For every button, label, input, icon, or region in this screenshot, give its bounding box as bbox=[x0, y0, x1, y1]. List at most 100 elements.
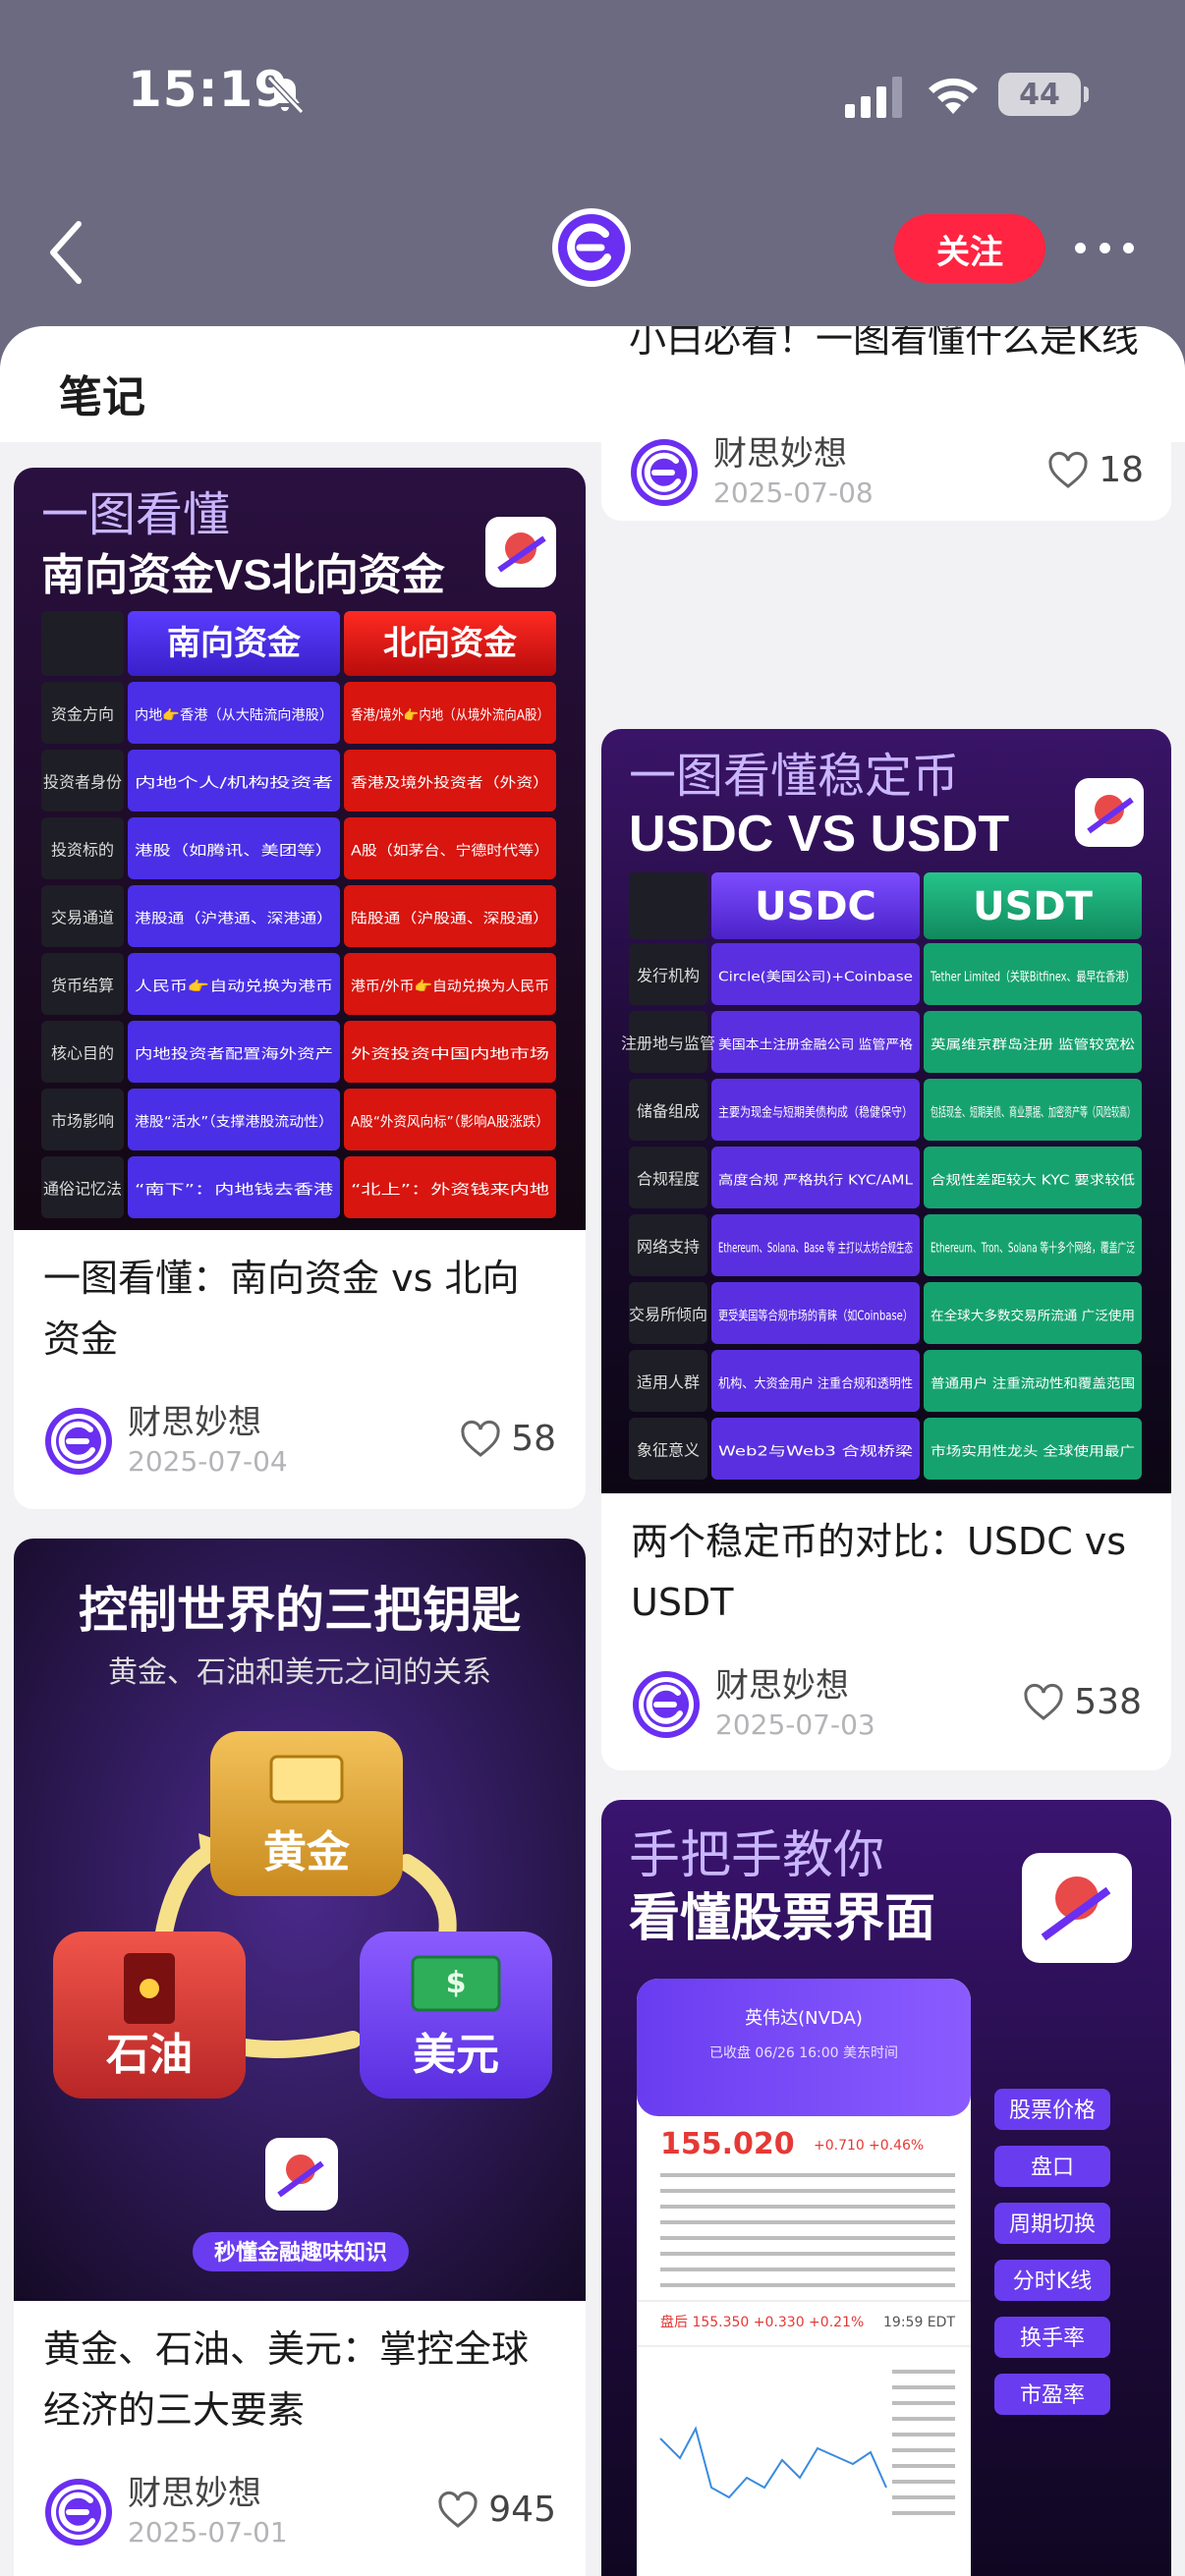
row-value-b: 市场实用性龙头 全球使用最广 bbox=[931, 1444, 1135, 1460]
row-value-b: 香港及境外投资者（外资） bbox=[351, 776, 549, 792]
svg-text:换手率: 换手率 bbox=[1020, 2326, 1085, 2351]
column-a-header: 南向资金 bbox=[167, 624, 302, 663]
back-arrow-icon[interactable] bbox=[45, 218, 88, 287]
note-card-three-keys[interactable]: 控制世界的三把钥匙 黄金、石油和美元之间的关系 黄金 石油 $ 美元 秒懂金融趣… bbox=[14, 1539, 586, 2576]
cellular-signal-icon bbox=[845, 77, 902, 118]
cover-line2: USDC VS USDT bbox=[629, 806, 1009, 863]
comparison-row: 通俗记忆法 “南下”：内地钱去香港 “北上”：外资钱来内地 bbox=[41, 1156, 556, 1218]
row-label: 网络支持 bbox=[637, 1238, 700, 1257]
row-value-a: Circle(美国公司)+Coinbase bbox=[718, 971, 913, 985]
author-avatar-icon bbox=[45, 2479, 112, 2546]
row-label: 适用人群 bbox=[637, 1373, 700, 1392]
more-options-icon[interactable] bbox=[1075, 240, 1134, 255]
column-b-header: 北向资金 bbox=[383, 624, 518, 663]
like-button[interactable]: 18 bbox=[1047, 450, 1144, 490]
row-label: 投资标的 bbox=[51, 841, 114, 860]
like-button[interactable]: 58 bbox=[460, 1419, 556, 1459]
author-info[interactable]: 财思妙想 2025-07-01 bbox=[43, 2474, 288, 2550]
follow-button[interactable]: 关注 bbox=[894, 214, 1045, 283]
comparison-row: 储备组成 主要为现金与短期美债构成（稳健保守） 包括现金、短期美债、商业票据、加密资… bbox=[629, 1079, 1142, 1141]
post-date: 2025-07-03 bbox=[715, 1708, 875, 1741]
row-label: 通俗记忆法 bbox=[43, 1180, 122, 1199]
note-cover-image: 手把手教你 看懂股票界面 英伟达(NVDA) 已收盘 06/26 16:00 美… bbox=[601, 1800, 1171, 2576]
stock-feature-tag: 盘口 bbox=[994, 2146, 1110, 2187]
oil-label: 石油 bbox=[106, 2030, 193, 2080]
like-count: 945 bbox=[488, 2490, 556, 2530]
comparison-row: 适用人群 机构、大资金用户 注重合规和透明性 普通用户 注重流动性和覆盖范围 bbox=[629, 1350, 1142, 1412]
note-card-kline[interactable]: 小白必看！一图看懂什么是K线 财思妙想 2025-07-08 18 bbox=[601, 326, 1171, 521]
row-value-a: 内地👉香港（从大陆流向港股） bbox=[135, 707, 333, 724]
stock-change: +0.710 bbox=[814, 2138, 865, 2154]
notes-sheet: 笔记 一图看懂 南向资金VS北向资金 南向资金 北向资金 资金方向 内地👉香港（… bbox=[0, 326, 1185, 2576]
row-value-b: 外资投资中国内地市场 bbox=[351, 1046, 549, 1063]
comparison-row: 货币结算 人民币👉自动兑换为港币 港币/外币👉自动兑换为人民币 bbox=[41, 953, 556, 1015]
after-hours-time: 19:59 EDT bbox=[883, 2315, 955, 2330]
comparison-row: 交易通道 港股通（沪港通、深港通） 陆股通（沪股通、深股通） bbox=[41, 885, 556, 947]
svg-text:股票价格: 股票价格 bbox=[1009, 2099, 1096, 2123]
phone-title: 英伟达(NVDA) bbox=[745, 2008, 863, 2029]
heart-icon bbox=[438, 2491, 478, 2528]
row-label: 核心目的 bbox=[51, 1044, 114, 1063]
cover-tagline: 秒懂金融趣味知识 bbox=[214, 2240, 387, 2266]
battery-indicator: 44 bbox=[998, 73, 1089, 116]
note-card-usdc-usdt[interactable]: 一图看懂稳定币 USDC VS USDT USDC USDT 发行机构 Circl… bbox=[601, 729, 1171, 1770]
column-a-header: USDC bbox=[755, 884, 876, 929]
note-card-stock-ui[interactable]: 手把手教你 看懂股票界面 英伟达(NVDA) 已收盘 06/26 16:00 美… bbox=[601, 1800, 1171, 2576]
row-value-b: A股（如茅台、宁德时代等） bbox=[351, 843, 549, 860]
row-value-a: Web2与Web3 合规桥梁 bbox=[718, 1445, 913, 1460]
gold-label: 黄金 bbox=[263, 1827, 351, 1877]
usd-label: 美元 bbox=[413, 2030, 499, 2080]
note-cover-image: 一图看懂稳定币 USDC VS USDT USDC USDT 发行机构 Circl… bbox=[601, 729, 1171, 1493]
row-label: 货币结算 bbox=[51, 977, 114, 995]
row-value-b: 在全球大多数交易所流通 广泛使用 bbox=[931, 1309, 1135, 1324]
like-button[interactable]: 945 bbox=[437, 2490, 556, 2530]
row-label: 注册地与监管 bbox=[621, 1035, 715, 1053]
cover-line1: 控制世界的三把钥匙 bbox=[79, 1582, 521, 1639]
comparison-row: 市场影响 港股“活水”（支撑港股流动性） A股“外资风向标”（影响A股涨跌） bbox=[41, 1089, 556, 1150]
note-title[interactable]: 黄金、石油、美元：掌控全球经济的三大要素 bbox=[43, 2319, 554, 2440]
cover-line1: 一图看懂稳定币 bbox=[629, 751, 959, 803]
row-value-b: 普通用户 注重流动性和覆盖范围 bbox=[931, 1376, 1135, 1392]
row-value-a: 机构、大资金用户 注重合规和透明性 bbox=[718, 1376, 913, 1392]
row-label: 发行机构 bbox=[637, 967, 700, 985]
author-avatar-icon bbox=[633, 1671, 700, 1738]
row-value-b: Tether Limited（关联Bitfinex、最早在香港） bbox=[930, 971, 1135, 985]
row-value-b: 港币/外币👉自动兑换为人民币 bbox=[351, 979, 549, 995]
brand-logo-icon[interactable] bbox=[550, 206, 633, 289]
svg-text:盘口: 盘口 bbox=[1031, 2156, 1074, 2180]
stock-change-pct: +0.46% bbox=[869, 2138, 924, 2154]
phone-subtitle: 已收盘 06/26 16:00 美东时间 bbox=[709, 2044, 898, 2061]
comparison-row: 投资标的 港股（如腾讯、美团等） A股（如茅台、宁德时代等） bbox=[41, 817, 556, 879]
note-card-north-south[interactable]: 一图看懂 南向资金VS北向资金 南向资金 北向资金 资金方向 内地👉香港（从大陆流… bbox=[14, 468, 586, 1509]
note-title[interactable]: 两个稳定币的对比：USDC vs USDT bbox=[631, 1511, 1142, 1633]
row-value-b: 香港/境外👉内地（从境外流向A股） bbox=[351, 707, 549, 724]
svg-text:周期切换: 周期切换 bbox=[1009, 2212, 1096, 2237]
note-title[interactable]: 一图看懂：南向资金 vs 北向资金 bbox=[43, 1248, 554, 1370]
author-info[interactable]: 财思妙想 2025-07-04 bbox=[43, 1403, 288, 1480]
author-avatar-icon bbox=[631, 439, 698, 506]
row-label: 交易所倾向 bbox=[629, 1306, 707, 1324]
row-label: 储备组成 bbox=[637, 1102, 700, 1121]
comparison-row: 发行机构 Circle(美国公司)+Coinbase Tether Limited（… bbox=[629, 943, 1142, 1005]
stock-feature-tag: 股票价格 bbox=[994, 2089, 1110, 2130]
author-name: 财思妙想 bbox=[713, 434, 847, 474]
row-value-b: “北上”：外资钱来内地 bbox=[351, 1183, 549, 1199]
cover-line1: 一图看懂 bbox=[41, 489, 230, 541]
cover-line2: 南向资金VS北向资金 bbox=[41, 551, 446, 599]
comparison-row: 资金方向 内地👉香港（从大陆流向港股） 香港/境外👉内地（从境外流向A股） bbox=[41, 682, 556, 744]
cover-line1: 手把手教你 bbox=[629, 1826, 884, 1885]
author-info[interactable]: 财思妙想 2025-07-03 bbox=[631, 1666, 875, 1743]
like-button[interactable]: 538 bbox=[1023, 1682, 1142, 1722]
note-title[interactable]: 小白必看！一图看懂什么是K线 bbox=[629, 326, 1140, 369]
note-cover-image: 一图看懂 南向资金VS北向资金 南向资金 北向资金 资金方向 内地👉香港（从大陆流… bbox=[14, 468, 586, 1230]
comparison-row: 投资者身份 内地个人/机构投资者 香港及境外投资者（外资） bbox=[41, 750, 556, 812]
row-label: 象征意义 bbox=[637, 1441, 700, 1460]
row-value-a: 港股通（沪港通、深港通） bbox=[135, 912, 333, 927]
row-value-a: 美国本土注册金融公司 监管严格 bbox=[718, 1037, 913, 1053]
stock-feature-tag: 周期切换 bbox=[994, 2203, 1110, 2244]
row-value-a: 更受美国等合规市场的青睐（如Coinbase） bbox=[718, 1309, 913, 1324]
stock-feature-tag: 分时K线 bbox=[994, 2260, 1110, 2301]
author-info[interactable]: 财思妙想 2025-07-08 bbox=[629, 434, 874, 511]
heart-icon bbox=[461, 1420, 500, 1457]
row-value-a: 港股（如腾讯、美团等） bbox=[135, 843, 333, 860]
